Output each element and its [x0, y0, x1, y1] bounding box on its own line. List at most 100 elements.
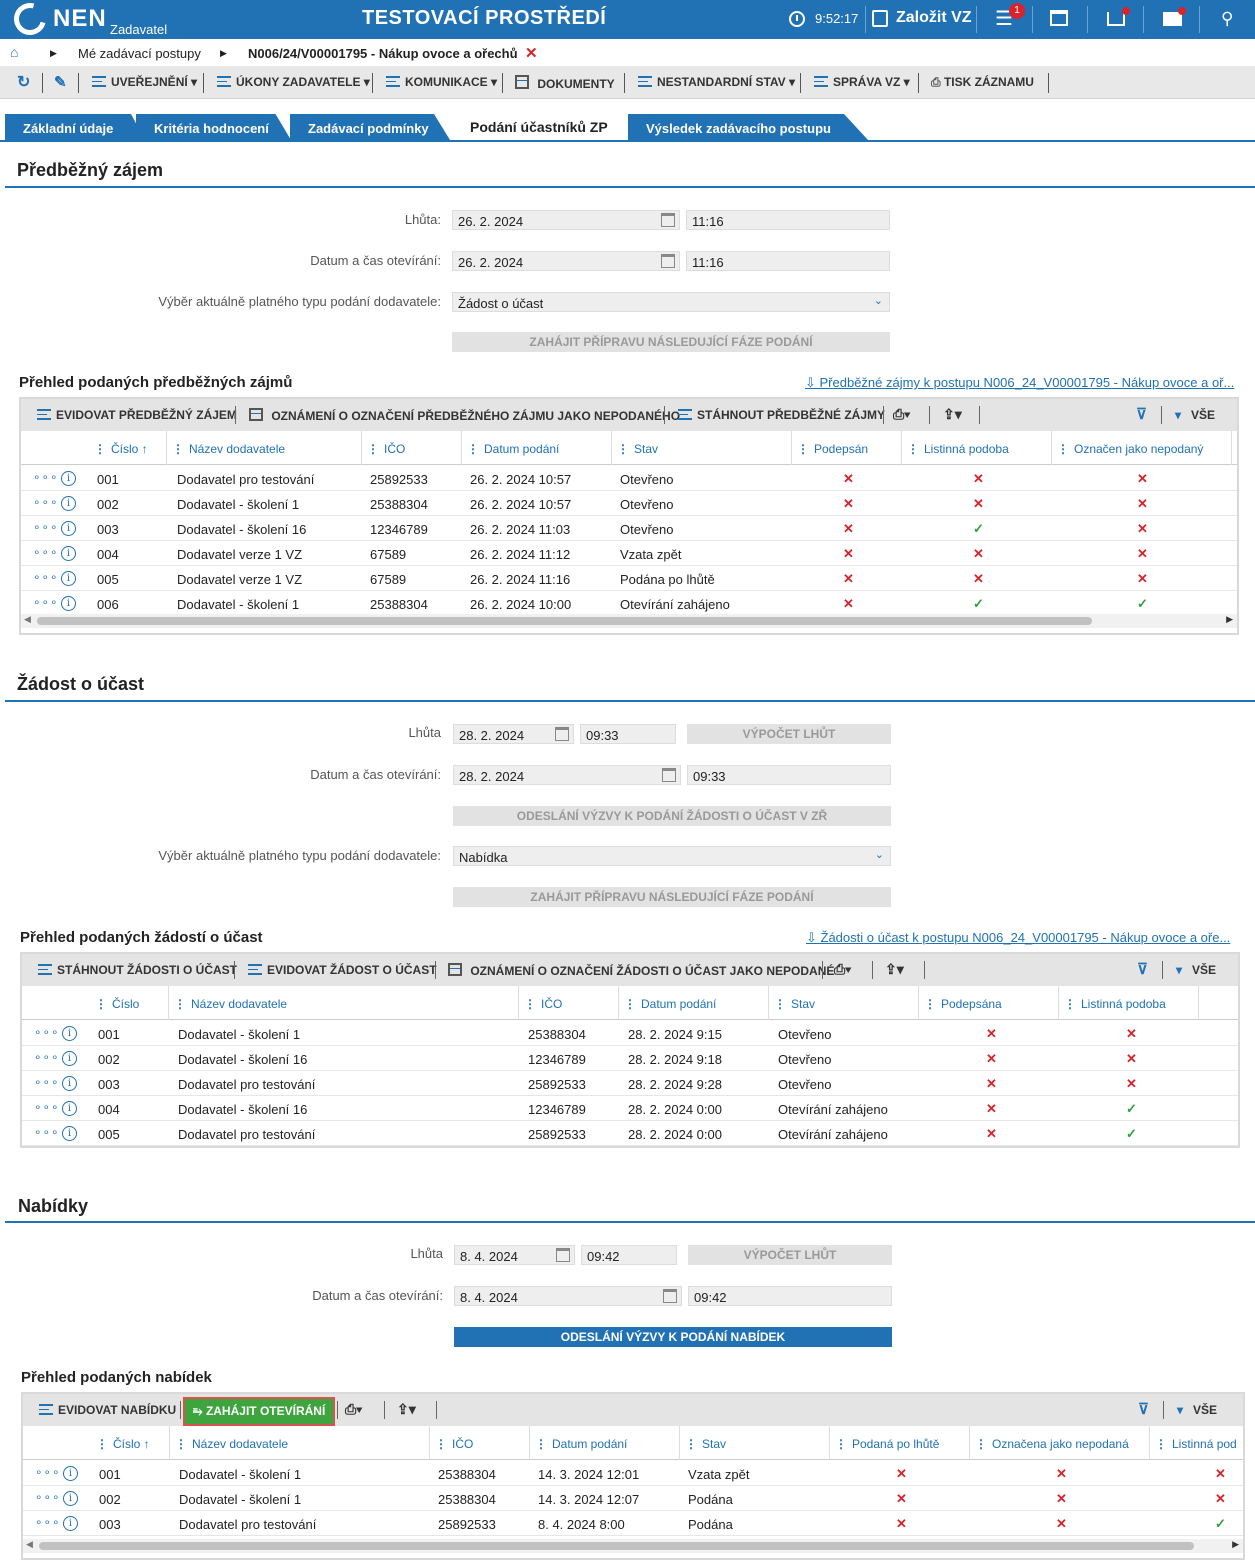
deadline-time-field[interactable]: 09:33	[580, 724, 676, 744]
col-number[interactable]: Číslo ↑	[96, 1437, 150, 1451]
opening-date-field[interactable]: 8. 4. 2024	[454, 1286, 682, 1306]
start-next-phase-button[interactable]: ZAHÁJIT PŘÍPRAVU NÁSLEDUJÍCÍ FÁZE PODÁNÍ	[453, 887, 891, 907]
col-date[interactable]: Datum podání	[535, 1437, 627, 1451]
col-signed[interactable]: Podepsán	[797, 442, 868, 456]
tab-tender-conditions[interactable]: Zadávací podmínky	[290, 114, 450, 140]
col-ico[interactable]: IČO	[367, 442, 405, 456]
opening-time-field[interactable]: 11:16	[686, 251, 890, 271]
col-number[interactable]: Číslo	[95, 997, 139, 1011]
info-icon[interactable]: i	[63, 1516, 78, 1531]
table-row[interactable]: ∘∘∘ i 003 Dodavatel pro testování 25892533 8.…	[23, 1511, 1243, 1536]
download-requests-button[interactable]: STÁHNOUT ŽÁDOSTI O ÚČAST	[38, 963, 237, 977]
horizontal-scrollbar[interactable]: ◀ ▶	[21, 614, 1237, 628]
table-row[interactable]: ∘∘∘ i 001 Dodavatel - školení 1 25388304 14. …	[23, 1461, 1243, 1486]
nonstandard-state-menu[interactable]: NESTANDARDNÍ STAV ▾	[638, 75, 795, 89]
info-icon[interactable]: i	[62, 1051, 77, 1066]
col-state[interactable]: Stav	[617, 442, 658, 456]
row-actions-icon[interactable]: ∘∘∘	[34, 1050, 60, 1064]
row-actions-icon[interactable]: ∘∘∘	[33, 545, 59, 559]
col-marked-unsubmitted[interactable]: Označen jako nepodaný	[1057, 442, 1203, 456]
info-icon[interactable]: i	[62, 1126, 77, 1141]
col-marked-unsubmitted[interactable]: Označena jako nepodaná	[975, 1437, 1129, 1451]
info-icon[interactable]: i	[62, 1076, 77, 1091]
calendar-icon[interactable]	[555, 727, 569, 741]
row-actions-icon[interactable]: ∘∘∘	[33, 520, 59, 534]
deadline-date-field[interactable]: 8. 4. 2024	[454, 1245, 575, 1265]
opening-date-field[interactable]: 26. 2. 2024	[452, 251, 680, 271]
filter-icon[interactable]: ⊽	[1137, 960, 1148, 978]
table-row[interactable]: ∘∘∘ i 001 Dodavatel pro testování 25892533 26…	[21, 466, 1237, 491]
print-icon[interactable]: ⎙▾	[834, 961, 851, 978]
tab-procedure-result[interactable]: Výsledek zadávacího postupu	[628, 114, 868, 140]
info-icon[interactable]: i	[62, 1026, 77, 1041]
table-row[interactable]: ∘∘∘ i 002 Dodavatel - školení 1 25388304 26. …	[21, 491, 1237, 516]
table-row[interactable]: ∘∘∘ i 005 Dodavatel pro testování 25892533 28…	[22, 1121, 1238, 1146]
col-signed[interactable]: Podepsána	[924, 997, 1002, 1011]
col-date[interactable]: Datum podání	[624, 997, 716, 1011]
communication-menu[interactable]: KOMUNIKACE ▾	[386, 75, 497, 89]
calculate-deadlines-button[interactable]: VÝPOČET LHŮT	[688, 1245, 892, 1265]
opening-time-field[interactable]: 09:33	[687, 765, 891, 785]
edit-icon[interactable]	[872, 10, 888, 27]
row-actions-icon[interactable]: ∘∘∘	[34, 1025, 60, 1039]
row-actions-icon[interactable]: ∘∘∘	[33, 470, 59, 484]
create-contract-button[interactable]: Založit VZ	[896, 9, 972, 27]
home-icon[interactable]: ⌂	[10, 44, 18, 60]
table-row[interactable]: ∘∘∘ i 002 Dodavatel - školení 16 12346789 28.…	[22, 1046, 1238, 1071]
info-icon[interactable]: i	[63, 1491, 78, 1506]
info-icon[interactable]: i	[61, 596, 76, 611]
col-supplier[interactable]: Název dodavatele	[172, 442, 285, 456]
view-all-dropdown[interactable]: ▾ VŠE	[1176, 963, 1216, 977]
register-offer-button[interactable]: EVIDOVAT NABÍDKU	[39, 1403, 176, 1417]
col-supplier[interactable]: Název dodavatele	[174, 997, 287, 1011]
documents-button[interactable]: DOKUMENTY	[515, 75, 615, 91]
submission-type-select[interactable]: Nabídka ⌄	[453, 846, 891, 866]
logo-text[interactable]: NEN	[53, 5, 107, 33]
download-interests-button[interactable]: STÁHNOUT PŘEDBĚŽNÉ ZÁJMY	[678, 408, 885, 422]
participation-requests-link[interactable]: ⇩ Žádosti o účast k postupu N006_24_V000…	[806, 930, 1241, 946]
table-row[interactable]: ∘∘∘ i 003 Dodavatel - školení 16 12346789 26.…	[21, 516, 1237, 541]
col-submitted-late[interactable]: Podaná po lhůtě	[835, 1437, 939, 1451]
view-all-dropdown[interactable]: ▾ VŠE	[1177, 1403, 1217, 1417]
preliminary-interest-link[interactable]: ⇩ Předběžné zájmy k postupu N006_24_V000…	[805, 375, 1240, 391]
user-icon[interactable]: ⚲	[1221, 9, 1233, 29]
calendar-icon[interactable]	[661, 254, 675, 268]
calendar-icon[interactable]	[662, 768, 676, 782]
info-icon[interactable]: i	[63, 1466, 78, 1481]
filter-icon[interactable]: ⊽	[1138, 1400, 1149, 1418]
deadline-date-field[interactable]: 26. 2. 2024	[452, 210, 680, 230]
opening-date-field[interactable]: 28. 2. 2024	[453, 765, 681, 785]
row-actions-icon[interactable]: ∘∘∘	[33, 570, 59, 584]
print-icon[interactable]: ⎙▾	[893, 406, 910, 423]
start-opening-button[interactable]: ⥱ ZAHÁJIT OTEVÍRÁNÍ	[183, 1397, 336, 1426]
col-date[interactable]: Datum podání	[467, 442, 559, 456]
calendar-icon[interactable]	[661, 213, 675, 227]
tab-basic-info[interactable]: Základní údaje	[5, 114, 145, 140]
calendar-icon[interactable]	[556, 1248, 570, 1262]
refresh-icon[interactable]: ↻	[17, 72, 30, 92]
export-icon[interactable]: ⇪▾	[943, 406, 962, 423]
info-icon[interactable]: i	[61, 521, 76, 536]
table-row[interactable]: ∘∘∘ i 003 Dodavatel pro testování 25892533 28…	[22, 1071, 1238, 1096]
row-actions-icon[interactable]: ∘∘∘	[35, 1465, 61, 1479]
tab-evaluation-criteria[interactable]: Kritéria hodnocení	[136, 114, 291, 140]
edit-icon[interactable]: ✎	[54, 73, 67, 91]
calendar-icon[interactable]	[1050, 10, 1068, 26]
row-actions-icon[interactable]: ∘∘∘	[33, 495, 59, 509]
submission-type-select[interactable]: Žádost o účast ⌄	[452, 292, 890, 312]
table-row[interactable]: ∘∘∘ i 005 Dodavatel verze 1 VZ 67589 26. 2. 2…	[21, 566, 1237, 591]
row-actions-icon[interactable]: ∘∘∘	[35, 1515, 61, 1529]
col-paper[interactable]: Listinná podoba	[1064, 997, 1166, 1011]
start-next-phase-button[interactable]: ZAHÁJIT PŘÍPRAVU NÁSLEDUJÍCÍ FÁZE PODÁNÍ	[452, 332, 890, 352]
row-actions-icon[interactable]: ∘∘∘	[34, 1100, 60, 1114]
col-ico[interactable]: IČO	[435, 1437, 473, 1451]
info-icon[interactable]: i	[61, 496, 76, 511]
close-icon[interactable]: ✕	[525, 44, 538, 62]
row-actions-icon[interactable]: ∘∘∘	[34, 1125, 60, 1139]
table-row[interactable]: ∘∘∘ i 004 Dodavatel - školení 16 12346789 28.…	[22, 1096, 1238, 1121]
col-paper[interactable]: Listinná pod	[1155, 1437, 1237, 1451]
col-ico[interactable]: IČO	[524, 997, 562, 1011]
send-offer-invitation-button[interactable]: ODESLÁNÍ VÝZVY K PODÁNÍ NABÍDEK	[454, 1327, 892, 1347]
col-state[interactable]: Stav	[774, 997, 815, 1011]
register-request-button[interactable]: EVIDOVAT ŽÁDOST O ÚČAST	[248, 963, 437, 977]
